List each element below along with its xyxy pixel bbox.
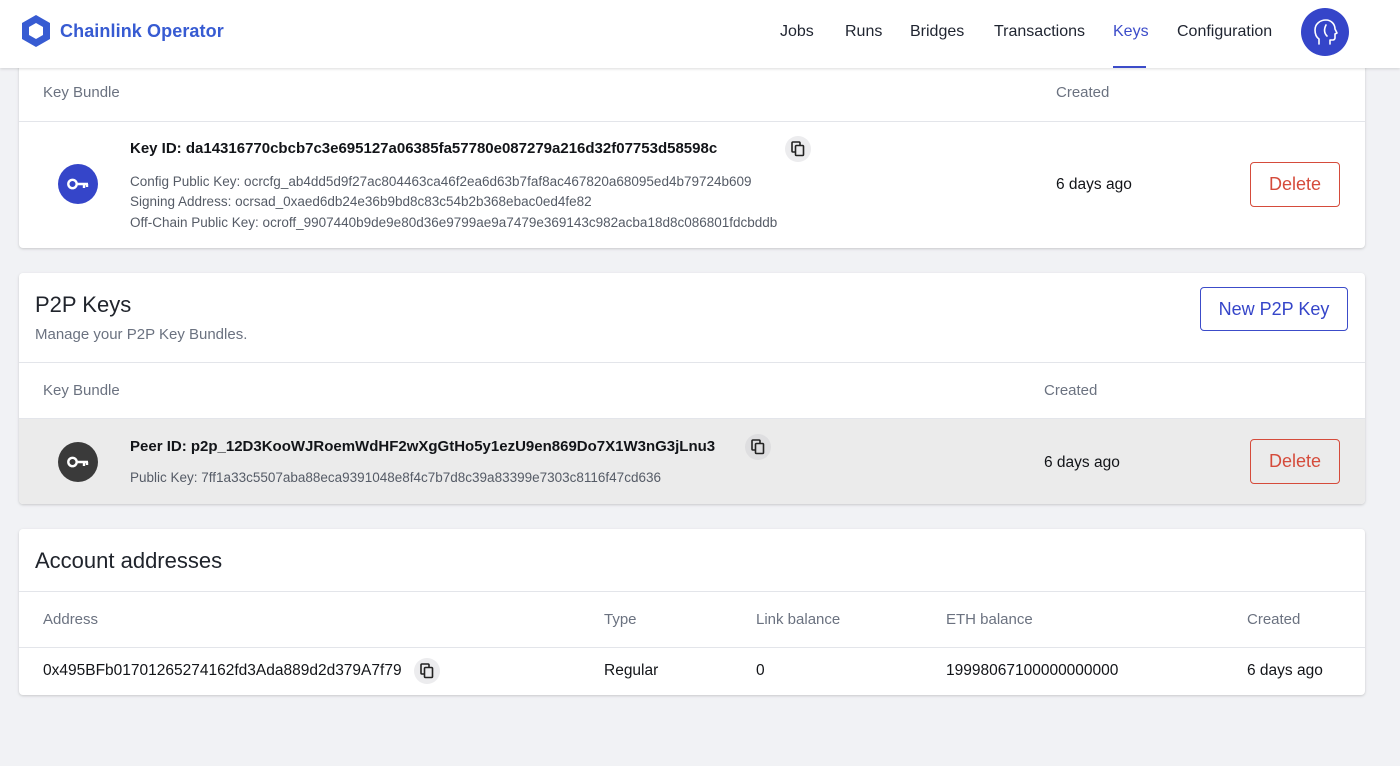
column-header-key-bundle: Key Bundle bbox=[43, 382, 120, 399]
brand[interactable]: Chainlink Operator bbox=[20, 14, 224, 48]
nav-runs[interactable]: Runs bbox=[845, 23, 882, 41]
divider bbox=[19, 591, 1365, 592]
copy-address-button[interactable] bbox=[414, 658, 440, 684]
chainlink-logo-icon bbox=[22, 15, 50, 47]
ocr-key-created: 6 days ago bbox=[1056, 176, 1132, 193]
table-row: 0x495BFb01701265274162fd3Ada889d2d379A7f… bbox=[19, 648, 1365, 695]
account-addresses-card: Account addresses Address Type Link bala… bbox=[19, 529, 1365, 695]
divider bbox=[19, 121, 1365, 122]
p2p-key-created: 6 days ago bbox=[1044, 454, 1120, 471]
p2p-key-row[interactable]: Peer ID: p2p_12D3KooWJRoemWdHF2wXgGtHo5y… bbox=[19, 419, 1365, 504]
copy-icon bbox=[751, 439, 765, 455]
active-tab-indicator bbox=[1113, 66, 1146, 68]
account-link-balance: 0 bbox=[756, 662, 765, 679]
key-glyph-icon bbox=[67, 456, 89, 468]
copy-peer-id-button[interactable] bbox=[745, 434, 771, 460]
p2p-keys-title: P2P Keys bbox=[35, 292, 132, 317]
column-header-created: Created bbox=[1044, 382, 1098, 399]
nav-keys[interactable]: Keys bbox=[1113, 23, 1149, 41]
p2p-keys-card: P2P Keys Manage your P2P Key Bundles. Ne… bbox=[19, 273, 1365, 504]
nav-jobs[interactable]: Jobs bbox=[780, 23, 814, 41]
nav-configuration[interactable]: Configuration bbox=[1177, 23, 1272, 41]
account-address: 0x495BFb01701265274162fd3Ada889d2d379A7f… bbox=[43, 662, 402, 679]
copy-key-id-button[interactable] bbox=[785, 136, 811, 162]
p2p-public-key: Public Key: 7ff1a33c5507aba88eca9391048e… bbox=[130, 470, 661, 485]
offchain-public-key: Off-Chain Public Key: ocroff_9907440b9de… bbox=[130, 215, 778, 230]
account-addresses-title: Account addresses bbox=[35, 548, 223, 573]
top-bar: Chainlink Operator Jobs Runs Bridges Tra… bbox=[0, 0, 1400, 68]
delete-p2p-key-button[interactable]: Delete bbox=[1250, 439, 1340, 484]
brand-name: Chainlink Operator bbox=[60, 20, 224, 41]
key-icon bbox=[58, 164, 98, 204]
column-header-key-bundle: Key Bundle bbox=[43, 84, 120, 101]
new-p2p-key-button[interactable]: New P2P Key bbox=[1200, 287, 1348, 331]
column-header-address: Address bbox=[43, 611, 99, 628]
user-head-icon bbox=[1314, 19, 1338, 45]
config-public-key: Config Public Key: ocrcfg_ab4dd5d9f27ac8… bbox=[130, 174, 752, 189]
key-glyph-icon bbox=[67, 178, 89, 190]
column-header-created: Created bbox=[1056, 84, 1110, 101]
delete-ocr-key-button[interactable]: Delete bbox=[1250, 162, 1340, 207]
ocr-key-id: Key ID: da14316770cbcb7c3e695127a06385fa… bbox=[130, 140, 718, 157]
column-header-link-balance: Link balance bbox=[756, 611, 841, 628]
signing-address: Signing Address: ocrsad_0xaed6db24e36b9b… bbox=[130, 194, 592, 209]
account-created: 6 days ago bbox=[1247, 662, 1323, 679]
copy-icon bbox=[420, 663, 434, 679]
nav-transactions[interactable]: Transactions bbox=[994, 23, 1085, 41]
p2p-keys-subtitle: Manage your P2P Key Bundles. bbox=[35, 326, 248, 343]
account-type: Regular bbox=[604, 662, 659, 679]
copy-icon bbox=[791, 141, 805, 157]
ocr-keys-card: Key Bundle Created Key ID: da14316770cbc… bbox=[19, 60, 1365, 248]
nav-bridges[interactable]: Bridges bbox=[910, 23, 964, 41]
column-header-created: Created bbox=[1247, 611, 1301, 628]
avatar[interactable] bbox=[1301, 8, 1349, 56]
column-header-type: Type bbox=[604, 611, 637, 628]
column-header-eth-balance: ETH balance bbox=[946, 611, 1033, 628]
divider bbox=[19, 362, 1365, 363]
p2p-peer-id: Peer ID: p2p_12D3KooWJRoemWdHF2wXgGtHo5y… bbox=[130, 438, 716, 455]
key-icon bbox=[58, 442, 98, 482]
account-eth-balance: 19998067100000000000 bbox=[946, 662, 1119, 679]
